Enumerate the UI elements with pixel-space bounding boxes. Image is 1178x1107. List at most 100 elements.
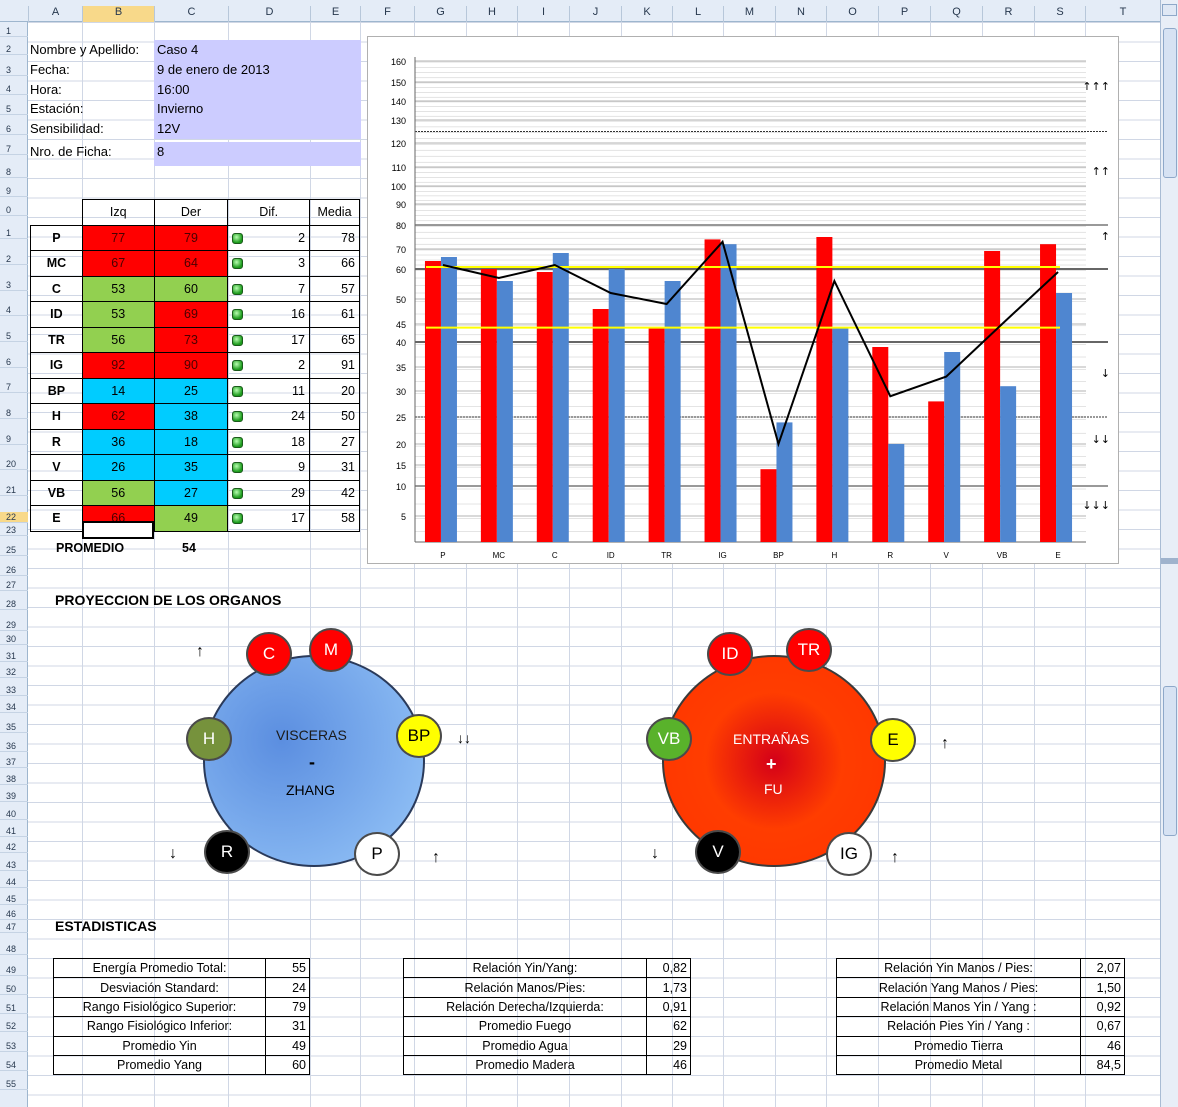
row-header-item[interactable]: 40 [0, 809, 28, 820]
scroll-up-icon[interactable] [1162, 4, 1177, 16]
izq-cell[interactable]: 53 [81, 301, 155, 328]
row-header-item[interactable]: 37 [0, 757, 28, 768]
der-cell[interactable]: 27 [153, 479, 229, 506]
row-header-item[interactable]: 26 [0, 565, 28, 576]
der-cell[interactable]: 69 [153, 301, 229, 328]
row-header-item[interactable]: 35 [0, 722, 28, 733]
row-header-item[interactable]: 23 [0, 525, 28, 536]
row-header-item[interactable]: 3 [0, 65, 28, 76]
column-header-e[interactable]: E [310, 6, 360, 22]
row-header-item[interactable]: 50 [0, 984, 28, 995]
row-header-item[interactable]: 51 [0, 1003, 28, 1014]
row-header-item[interactable]: 0 [0, 205, 28, 216]
row-header-item[interactable]: 53 [0, 1041, 28, 1052]
row-header-item[interactable]: 33 [0, 685, 28, 696]
izq-cell[interactable]: 36 [81, 428, 155, 455]
column-header-c[interactable]: C [154, 6, 228, 22]
row-header-item[interactable]: 34 [0, 702, 28, 713]
row-header-item[interactable]: 6 [0, 124, 28, 135]
column-header-k[interactable]: K [621, 6, 672, 22]
izq-cell[interactable]: 67 [81, 250, 155, 277]
der-cell[interactable]: 38 [153, 403, 229, 430]
izq-cell[interactable]: 53 [81, 275, 155, 302]
row-header-item[interactable]: 42 [0, 842, 28, 853]
column-header-a[interactable]: A [28, 6, 82, 22]
izq-cell[interactable]: 56 [81, 326, 155, 353]
row-header-item[interactable]: 4 [0, 84, 28, 95]
info-value[interactable]: 16:00 [154, 80, 361, 100]
column-header-p[interactable]: P [878, 6, 930, 22]
column-header-d[interactable]: D [228, 6, 310, 22]
row-header-item[interactable]: 44 [0, 877, 28, 888]
row-header-item[interactable]: 2 [0, 44, 28, 55]
der-cell[interactable]: 25 [153, 377, 229, 404]
row-header-item[interactable]: 2 [0, 254, 28, 265]
row-header-item[interactable]: 20 [0, 459, 28, 470]
row-header-item[interactable]: 30 [0, 634, 28, 645]
row-header-item[interactable]: 49 [0, 965, 28, 976]
row-header-item[interactable]: 8 [0, 167, 28, 178]
row-header-item[interactable]: 29 [0, 620, 28, 631]
info-value[interactable]: 9 de enero de 2013 [154, 60, 361, 80]
scrollbar-thumb-bottom[interactable] [1163, 686, 1177, 836]
column-header[interactable]: ABCDEFGHIJKLMNOPQRST [0, 0, 1160, 22]
der-cell[interactable]: 35 [153, 454, 229, 481]
row-header-item[interactable]: 43 [0, 860, 28, 871]
row-header-item[interactable]: 9 [0, 434, 28, 445]
row-header-item[interactable]: 1 [0, 26, 28, 37]
row-header-item[interactable]: 22 [0, 512, 28, 523]
row-header-item[interactable]: 52 [0, 1021, 28, 1032]
der-cell[interactable]: 49 [153, 505, 229, 532]
der-cell[interactable]: 64 [153, 250, 229, 277]
row-header[interactable]: 1 2 3 4 5 6 7 8 9 0 1 2 3 4 5 6 7 8 9 20 21 22 23 25 26 27 28 29 30 3… [0, 22, 28, 1107]
row-header-item[interactable]: 6 [0, 357, 28, 368]
row-header-item[interactable]: 9 [0, 186, 28, 197]
vertical-scrollbar[interactable] [1160, 0, 1178, 1107]
column-header-n[interactable]: N [775, 6, 826, 22]
row-header-item[interactable]: 7 [0, 382, 28, 393]
row-header-item[interactable]: 41 [0, 826, 28, 837]
column-header-i[interactable]: I [517, 6, 569, 22]
row-header-item[interactable]: 28 [0, 599, 28, 610]
row-header-item[interactable]: 8 [0, 408, 28, 419]
row-header-item[interactable]: 32 [0, 667, 28, 678]
row-header-item[interactable]: 5 [0, 104, 28, 115]
column-header-b[interactable]: B [82, 6, 154, 22]
row-header-item[interactable]: 5 [0, 331, 28, 342]
column-header-o[interactable]: O [826, 6, 878, 22]
izq-cell[interactable]: 77 [81, 224, 155, 251]
column-header-l[interactable]: L [672, 6, 723, 22]
column-header-t[interactable]: T [1085, 6, 1160, 22]
scrollbar-thumb-top[interactable] [1163, 28, 1177, 178]
der-cell[interactable]: 79 [153, 224, 229, 251]
row-header-item[interactable]: 48 [0, 944, 28, 955]
column-header-q[interactable]: Q [930, 6, 982, 22]
row-header-item[interactable]: 55 [0, 1079, 28, 1090]
column-header-s[interactable]: S [1034, 6, 1085, 22]
row-header-item[interactable]: 31 [0, 651, 28, 662]
info-value[interactable]: 8 [154, 142, 361, 166]
column-header-m[interactable]: M [723, 6, 775, 22]
der-cell[interactable]: 73 [153, 326, 229, 353]
column-header-f[interactable]: F [360, 6, 414, 22]
izq-cell[interactable]: 62 [81, 403, 155, 430]
row-header-item[interactable]: 3 [0, 280, 28, 291]
info-value[interactable]: 12V [154, 119, 361, 139]
split-bar[interactable] [1161, 558, 1178, 564]
der-cell[interactable]: 90 [153, 352, 229, 379]
row-header-item[interactable]: 47 [0, 922, 28, 933]
info-value[interactable]: Caso 4 [154, 40, 361, 60]
column-header-h[interactable]: H [466, 6, 517, 22]
row-header-item[interactable]: 39 [0, 791, 28, 802]
der-cell[interactable]: 18 [153, 428, 229, 455]
energy-chart[interactable]: 160 150 140 130 120 110 100 90 80 70 60 50 45 40 35 30 2… [367, 36, 1119, 564]
row-header-item[interactable]: 27 [0, 580, 28, 591]
row-header-item[interactable]: 46 [0, 909, 28, 920]
column-header-g[interactable]: G [414, 6, 466, 22]
izq-cell[interactable]: 26 [81, 454, 155, 481]
active-cell[interactable] [82, 521, 154, 539]
row-header-item[interactable]: 21 [0, 485, 28, 496]
column-header-r[interactable]: R [982, 6, 1034, 22]
izq-cell[interactable]: 92 [81, 352, 155, 379]
column-header-j[interactable]: J [569, 6, 621, 22]
